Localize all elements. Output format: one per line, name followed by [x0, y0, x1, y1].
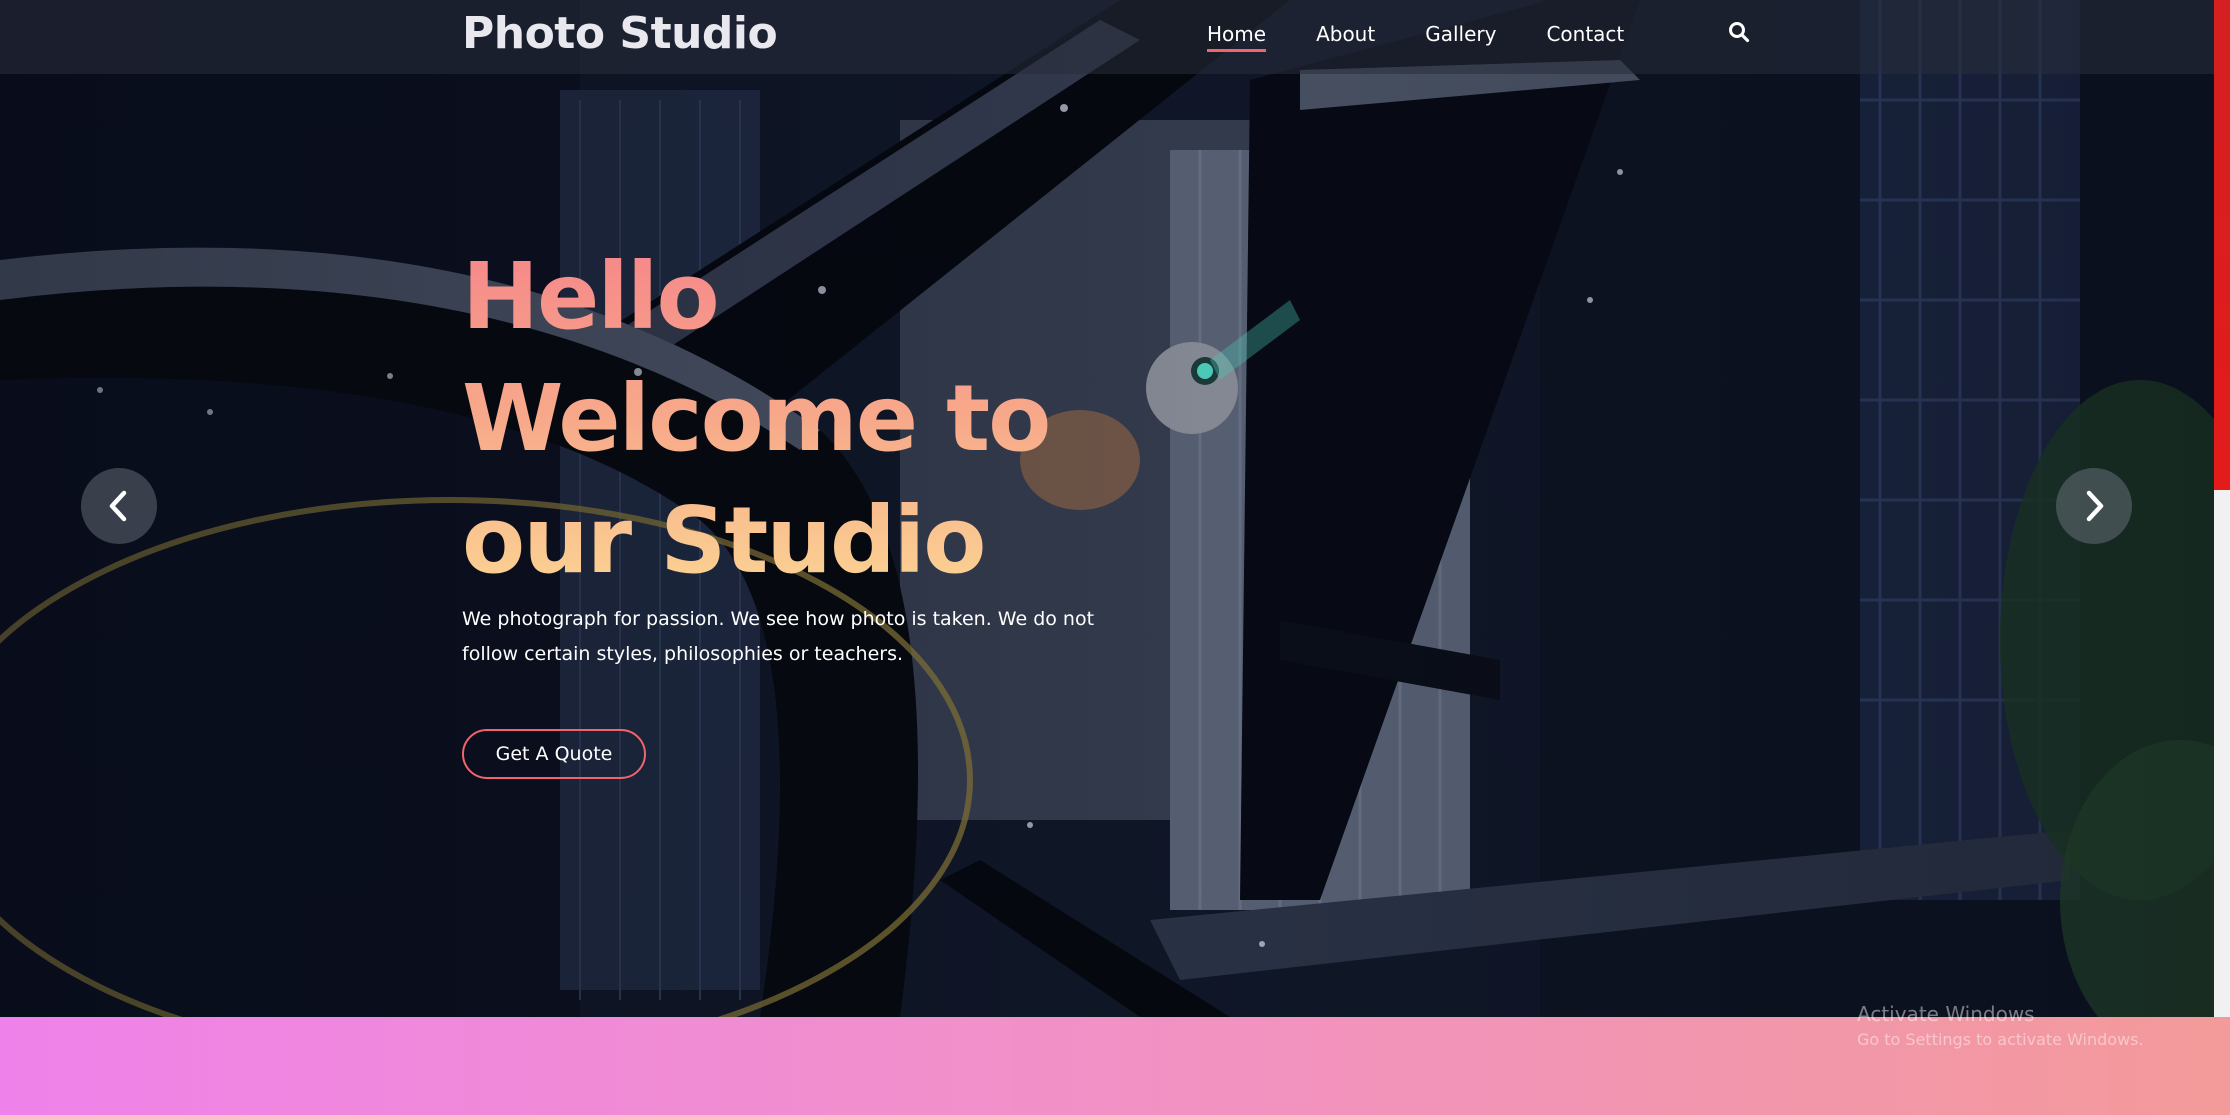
nav-item-contact[interactable]: Contact	[1546, 22, 1624, 46]
watermark-subtitle: Go to Settings to activate Windows.	[1857, 1030, 2144, 1049]
headline-line-3: our Studio	[462, 487, 985, 594]
headline-line-1: Hello	[462, 243, 718, 350]
nav-item-home[interactable]: Home	[1207, 22, 1267, 52]
scrollbar-thumb[interactable]	[2214, 0, 2230, 490]
brand-logo[interactable]: Photo Studio	[462, 8, 778, 59]
navbar: Photo Studio Home About Gallery Contact	[0, 0, 2214, 74]
chevron-left-icon	[109, 490, 127, 522]
page: Photo Studio Home About Gallery Contact …	[0, 0, 2230, 1115]
get-a-quote-button[interactable]: Get A Quote	[462, 729, 646, 779]
hero-headline: Hello Welcome to our Studio	[462, 236, 1049, 602]
hero-background	[0, 0, 2214, 1017]
activate-windows-watermark: Activate Windows Go to Settings to activ…	[1857, 1002, 2144, 1049]
watermark-title: Activate Windows	[1857, 1002, 2035, 1026]
headline-line-2: Welcome to	[462, 365, 1050, 472]
carousel-prev-button[interactable]	[81, 468, 157, 544]
carousel-next-button[interactable]	[2056, 468, 2132, 544]
hero-overlay	[0, 0, 2214, 1017]
nav-item-gallery[interactable]: Gallery	[1425, 22, 1496, 46]
nav-links: Home About Gallery Contact	[1207, 22, 1674, 52]
chevron-right-icon	[2086, 490, 2104, 522]
scrollbar[interactable]	[2214, 0, 2230, 1017]
search-icon	[1729, 22, 1750, 43]
nav-item-about[interactable]: About	[1316, 22, 1375, 46]
hero-tagline: We photograph for passion. We see how ph…	[462, 608, 1095, 665]
search-button[interactable]	[1728, 21, 1754, 47]
